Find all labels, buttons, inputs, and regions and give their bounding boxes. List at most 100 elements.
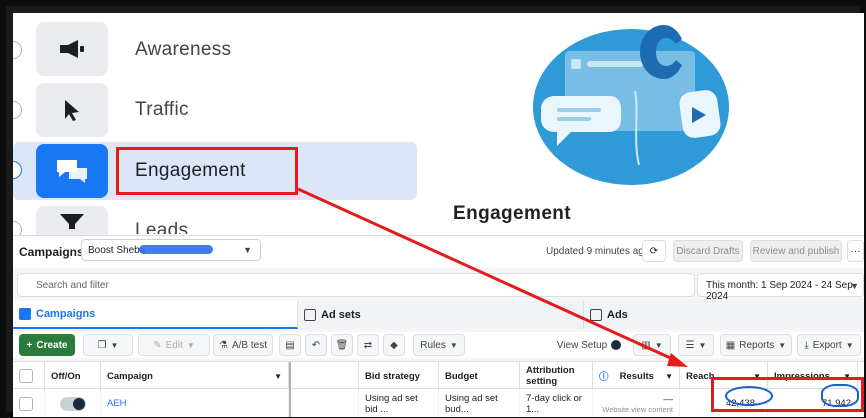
clipboard-icon: ▤ (285, 339, 295, 351)
create-label: Create (36, 339, 68, 351)
tab-ad-sets-label: Ad sets (321, 309, 361, 321)
awareness-label: Awareness (135, 39, 232, 60)
col-off-on[interactable]: Off/On (45, 362, 101, 390)
select-all-checkbox[interactable] (19, 369, 33, 383)
rules-button[interactable]: Rules ▼ (413, 334, 465, 356)
campaign-name-link[interactable]: AEH (101, 389, 289, 417)
columns-icon: ▥ (641, 339, 651, 351)
account-selector[interactable]: Boost Sheba ▼ (81, 239, 261, 261)
col-spacer (289, 362, 359, 390)
ads-tab-icon (590, 309, 602, 321)
results-sub: Website view content (602, 404, 673, 414)
row-spacer (289, 389, 359, 417)
budget-cell: Using ad set bud... (439, 389, 520, 417)
clipboard-button[interactable]: ▤ (279, 334, 301, 356)
chevron-down-icon: ▼ (845, 340, 854, 350)
preview-button[interactable]: ⇄ (357, 334, 379, 356)
engagement-illustration (533, 25, 729, 185)
export-button[interactable]: ⤓ Export ▼ (797, 334, 861, 356)
columns-button[interactable]: ▥ ▼ (633, 334, 671, 356)
account-name: Boost Sheba (88, 245, 146, 256)
cursor-icon (36, 83, 108, 137)
export-icon: ⤓ (804, 339, 809, 351)
ab-test-label: A/B test (231, 339, 267, 351)
col-attribution[interactable]: Attribution setting (520, 362, 593, 390)
ab-test-button[interactable]: ⚗ A/B test (213, 334, 273, 356)
toggle-dot-icon (611, 340, 622, 350)
refresh-icon: ⟳ (649, 245, 659, 257)
engagement-red-annotation (116, 147, 298, 195)
tab-campaigns-label: Campaigns (36, 308, 96, 320)
duplicate-button[interactable]: ❐ ▼ (83, 334, 133, 356)
col-budget[interactable]: Budget (439, 362, 520, 390)
level-tabs: Campaigns Ad sets Ads (13, 301, 864, 329)
edit-label: Edit (165, 339, 183, 351)
ads-manager-header: Campaigns Boost Sheba ▼ Updated 9 minute… (13, 236, 864, 268)
row-toggle-cell[interactable] (45, 389, 101, 417)
tag-button[interactable]: ◆ (383, 334, 405, 356)
leads-label: Leads (135, 220, 189, 234)
results-value: — (663, 393, 674, 405)
more-options-button[interactable]: ··· (847, 240, 864, 262)
date-range-picker[interactable]: This month: 1 Sep 2024 - 24 Sep 2024 ▼ (697, 273, 864, 302)
search-filter-input[interactable]: Search and filter (17, 273, 695, 297)
page-canvas: Awareness Traffic Engagement Leads Engag… (13, 13, 864, 417)
page-title: Campaigns (19, 245, 84, 259)
create-button[interactable]: + Create (19, 334, 75, 356)
tag-icon: ◆ (390, 339, 398, 351)
flask-icon: ⚗ (219, 339, 228, 351)
last-updated-text: Updated 9 minutes ago (546, 246, 650, 257)
chevron-down-icon: ▼ (186, 340, 195, 350)
tab-ad-sets[interactable]: Ad sets (298, 301, 584, 329)
view-setup-label: View Setup (556, 339, 608, 351)
screenshot-frame: Awareness Traffic Engagement Leads Engag… (0, 0, 866, 418)
breakdown-icon: ☰ (685, 339, 695, 351)
chevron-down-icon: ▼ (850, 281, 859, 291)
export-label: Export (812, 339, 842, 351)
chevron-down-icon: ▼ (110, 340, 119, 350)
reports-button[interactable]: ▦ Reports ▼ (720, 334, 792, 356)
select-all-cell[interactable] (13, 362, 45, 390)
tab-campaigns[interactable]: Campaigns (13, 301, 298, 329)
undo-icon: ↶ (311, 339, 321, 351)
col-results-label: Results (619, 370, 654, 382)
tab-ads[interactable]: Ads (584, 301, 864, 329)
date-range-label: This month: 1 Sep 2024 - 24 Sep 2024 (706, 280, 853, 302)
campaign-on-off-toggle[interactable] (59, 396, 86, 411)
duplicate-icon: ❐ (97, 339, 107, 351)
chevron-down-icon: ▼ (778, 340, 787, 350)
col-bid-strategy[interactable]: Bid strategy (359, 362, 439, 390)
attribution-cell: 7-day click or 1... (520, 389, 593, 417)
traffic-label: Traffic (135, 99, 189, 120)
illustration-caption: Engagement (453, 203, 572, 224)
chevron-down-icon: ▼ (654, 340, 663, 350)
review-publish-button[interactable]: Review and publish (750, 240, 842, 262)
traffic-radio[interactable] (13, 101, 22, 119)
chevron-down-icon: ▼ (449, 340, 458, 350)
breakdown-button[interactable]: ☰ ▼ (678, 334, 714, 356)
edit-button[interactable]: ✎ Edit ▼ (138, 334, 210, 356)
info-icon: ⓘ (599, 372, 609, 383)
col-campaign[interactable]: Campaign ▼ (101, 362, 289, 390)
campaign-toolbar: + Create ❐ ▼ ✎ Edit ▼ ⚗ A/B test ▤ ↶ 🗑 ⇄… (13, 332, 864, 358)
awareness-radio[interactable] (13, 41, 22, 59)
results-red-annotation (711, 377, 864, 412)
rules-label: Rules (420, 339, 446, 351)
discard-drafts-button[interactable]: Discard Drafts (673, 240, 743, 262)
refresh-button[interactable]: ⟳ (642, 240, 666, 262)
campaigns-tab-icon (19, 308, 31, 320)
view-setup-toggle[interactable]: View Setup (553, 334, 625, 356)
row-select-cell[interactable] (13, 389, 45, 417)
chevron-down-icon: ▼ (698, 340, 707, 350)
reports-icon: ▦ (725, 339, 736, 351)
redaction-scribble (139, 245, 213, 254)
delete-button[interactable]: 🗑 (331, 334, 353, 356)
col-results[interactable]: ⓘ Results ▼ (593, 362, 680, 390)
bid-strategy-cell: Using ad set bid ... (359, 389, 439, 417)
undo-button[interactable]: ↶ (305, 334, 327, 356)
plus-icon: + (26, 339, 33, 351)
chevron-down-icon: ▼ (274, 371, 282, 381)
chevron-down-icon: ▼ (243, 245, 252, 255)
row-checkbox[interactable] (19, 396, 33, 411)
reports-label: Reports (739, 339, 775, 351)
